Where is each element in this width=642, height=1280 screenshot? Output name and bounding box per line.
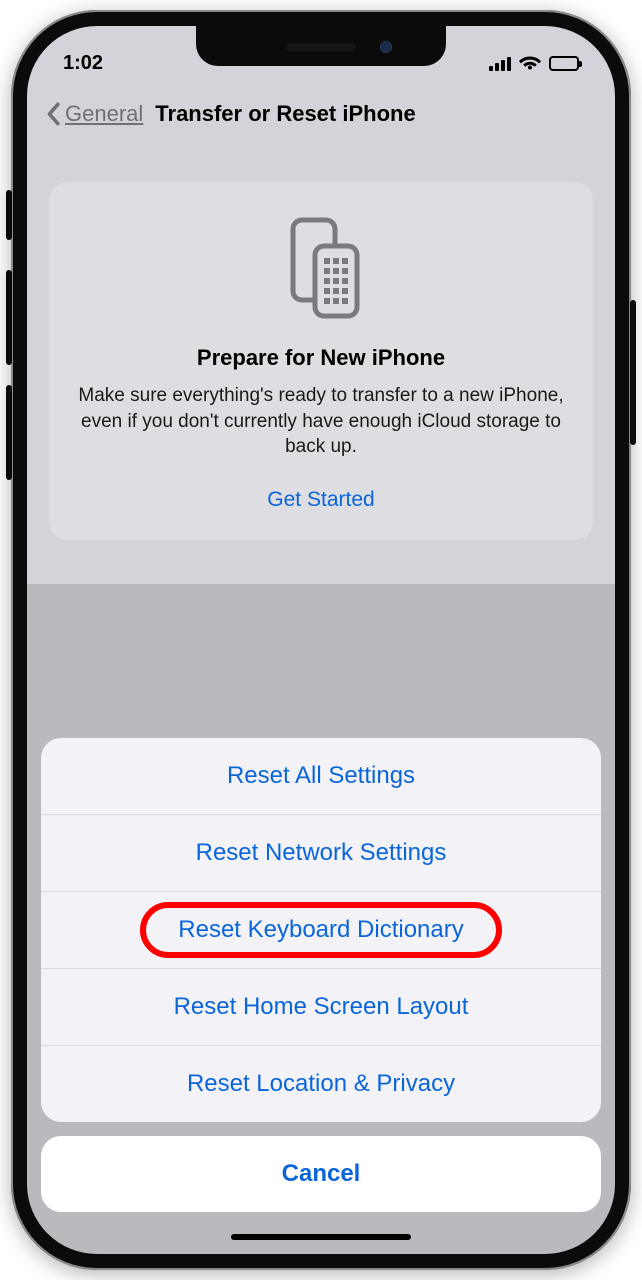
cancel-button[interactable]: Cancel <box>41 1136 601 1212</box>
side-button <box>630 300 636 445</box>
screen: 1:02 General Transfer or Reset iPhone <box>27 26 615 1254</box>
navigation-bar: General Transfer or Reset iPhone <box>27 86 615 142</box>
home-indicator[interactable] <box>231 1234 411 1240</box>
option-label: Reset Network Settings <box>196 839 447 866</box>
action-sheet: Reset All Settings Reset Network Setting… <box>41 738 601 1122</box>
wifi-icon <box>519 55 541 71</box>
back-label: General <box>65 101 143 127</box>
back-button[interactable]: General <box>45 101 143 127</box>
status-time: 1:02 <box>63 52 103 75</box>
option-label: Reset Home Screen Layout <box>174 993 469 1020</box>
action-sheet-container: Reset All Settings Reset Network Setting… <box>27 738 615 1254</box>
reset-network-settings-option[interactable]: Reset Network Settings <box>41 815 601 892</box>
card-description: Make sure everything's ready to transfer… <box>75 383 567 460</box>
volume-down-button <box>6 385 12 480</box>
reset-keyboard-dictionary-option[interactable]: Reset Keyboard Dictionary <box>41 892 601 969</box>
option-label: Reset Keyboard Dictionary <box>178 916 463 943</box>
cancel-label: Cancel <box>282 1160 361 1187</box>
volume-up-button <box>6 270 12 365</box>
battery-icon <box>549 56 579 71</box>
chevron-left-icon <box>45 102 61 126</box>
option-label: Reset Location & Privacy <box>187 1070 455 1097</box>
status-right <box>489 55 579 71</box>
card-title: Prepare for New iPhone <box>75 345 567 371</box>
phone-frame: 1:02 General Transfer or Reset iPhone <box>11 10 631 1270</box>
reset-location-privacy-option[interactable]: Reset Location & Privacy <box>41 1046 601 1122</box>
notch <box>196 26 446 66</box>
content-area: Prepare for New iPhone Make sure everyth… <box>27 142 615 540</box>
transfer-devices-icon <box>75 216 567 321</box>
prepare-card: Prepare for New iPhone Make sure everyth… <box>49 182 593 540</box>
reset-home-screen-layout-option[interactable]: Reset Home Screen Layout <box>41 969 601 1046</box>
mute-switch <box>6 190 12 240</box>
page-title: Transfer or Reset iPhone <box>155 101 415 127</box>
cellular-signal-icon <box>489 56 511 71</box>
option-label: Reset All Settings <box>227 762 415 789</box>
get-started-button[interactable]: Get Started <box>75 488 567 512</box>
reset-all-settings-option[interactable]: Reset All Settings <box>41 738 601 815</box>
